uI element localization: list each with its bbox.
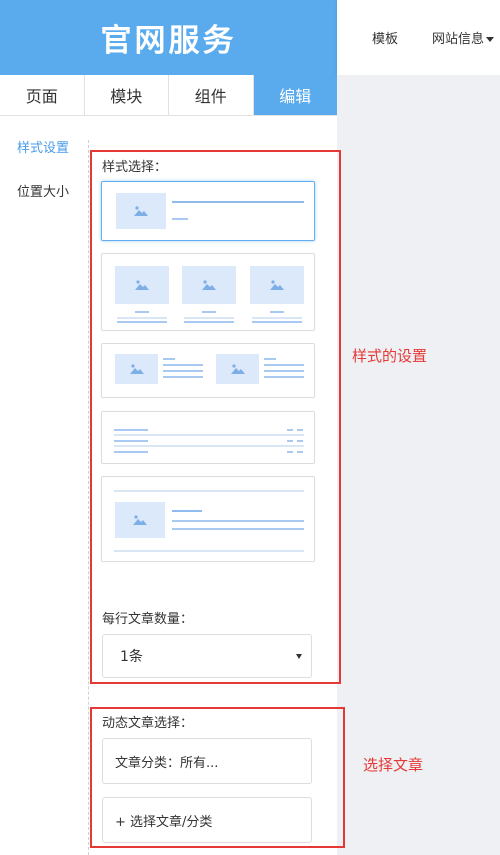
canvas-area [337,75,500,855]
per-row-count-value: 1条 [120,649,143,665]
text-line [114,451,148,453]
nav-site-info-dropdown[interactable]: 网站信息 [432,28,495,47]
caret-down-icon [486,37,495,42]
text-line [184,317,234,319]
text-line [163,364,203,366]
text-line [172,520,304,522]
image-placeholder-icon [216,354,259,384]
app-logo: 官网服务 [0,0,337,75]
divider-line [114,550,304,552]
text-line [117,321,167,323]
text-line [184,321,234,323]
text-line [297,440,303,442]
side-item-position-size[interactable]: 位置大小 [17,181,69,200]
annotation-style: 样式的设置 [352,347,428,365]
text-line [264,358,276,360]
style-option-3[interactable] [101,343,315,398]
per-row-count-select[interactable]: 1条 [102,634,312,678]
text-line [297,429,303,431]
text-line [270,311,284,313]
divider [88,140,89,855]
divider-line [114,434,304,436]
text-line [163,370,203,372]
text-line [172,218,188,220]
text-line [117,317,167,319]
caret-down-icon [296,654,302,659]
select-article-button[interactable]: + 选择文章/分类 [102,797,312,843]
text-line [287,429,293,431]
tab-page[interactable]: 页面 [0,75,85,115]
text-line [297,451,303,453]
text-line [287,440,293,442]
text-line [252,317,302,319]
style-option-5[interactable] [101,476,315,562]
tab-edit[interactable]: 编辑 [253,75,337,115]
text-line [287,451,293,453]
style-select-label: 样式选择： [102,160,168,175]
style-option-4[interactable] [101,411,315,464]
annotation-article: 选择文章 [363,756,424,774]
text-line [114,429,148,431]
divider-line [114,490,304,492]
side-item-style-settings[interactable]: 样式设置 [17,137,69,156]
image-placeholder-icon [115,502,165,538]
select-article-button-label: + 选择文章/分类 [115,814,213,830]
panel-tabs: 页面 模块 组件 编辑 [0,75,337,116]
text-line [172,528,304,530]
edit-side-menu: 样式设置 位置大小 [0,116,88,855]
text-line [252,321,302,323]
text-line [163,376,203,378]
image-placeholder-icon [250,266,304,304]
text-line [202,311,216,313]
top-nav: 模板 网站信息 [337,0,500,75]
text-line [172,510,202,512]
image-placeholder-icon [182,266,236,304]
article-category-text: 文章分类：所有... [115,755,219,771]
text-line [264,376,304,378]
per-row-count-label: 每行文章数量： [102,612,194,627]
text-line [163,358,175,360]
tab-component[interactable]: 组件 [169,75,254,115]
text-line [114,440,148,442]
image-placeholder-icon [115,354,158,384]
style-option-1[interactable] [101,181,315,241]
image-placeholder-icon [116,193,166,229]
article-category-field[interactable]: 文章分类：所有... [102,738,312,784]
text-line [264,364,304,366]
text-line [135,311,149,313]
nav-templates-link[interactable]: 模板 [372,28,398,47]
divider-line [114,445,304,447]
dynamic-article-label: 动态文章选择： [102,716,194,731]
image-placeholder-icon [115,266,169,304]
style-option-2[interactable] [101,253,315,331]
tab-module[interactable]: 模块 [85,75,169,115]
text-line [172,201,304,203]
text-line [264,370,304,372]
nav-site-info-label: 网站信息 [432,32,485,47]
